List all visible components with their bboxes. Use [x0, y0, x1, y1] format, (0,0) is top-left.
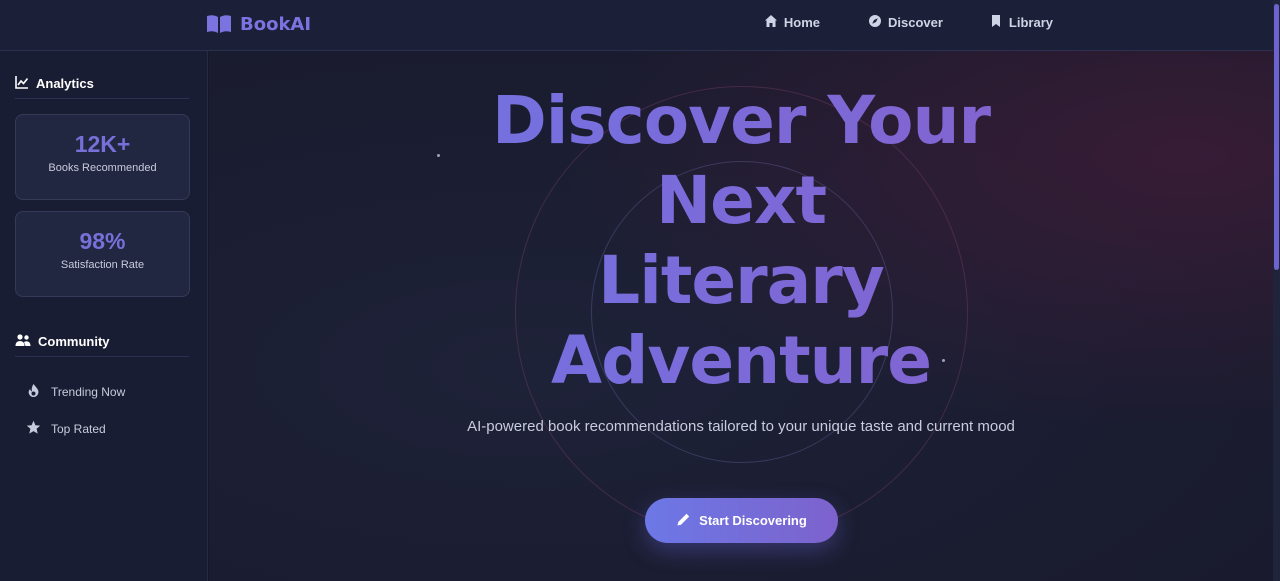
community-heading-label: Community: [38, 334, 110, 349]
hero-title: Discover Your Next Literary Adventure: [209, 81, 1273, 401]
open-book-icon: [206, 14, 232, 34]
chart-line-icon: [15, 75, 29, 92]
hero-title-line: Next: [209, 161, 1273, 241]
compass-icon: [868, 14, 882, 31]
community-heading: Community: [15, 333, 189, 357]
hero-section: Discover Your Next Literary Adventure AI…: [209, 51, 1273, 581]
sidebar-item-label: Trending Now: [51, 385, 126, 399]
brand-name: BookAI: [240, 13, 312, 35]
brand-logo[interactable]: BookAI: [206, 12, 311, 36]
main-nav: Home Discover Library: [764, 14, 1053, 31]
sidebar-item-trending[interactable]: Trending Now: [26, 383, 125, 401]
start-discovering-button[interactable]: Start Discovering: [645, 498, 838, 543]
hero-subtitle: AI-powered book recommendations tailored…: [467, 418, 1015, 435]
star-icon: [26, 420, 41, 438]
stat-card-satisfaction: 98% Satisfaction Rate: [15, 211, 190, 297]
sidebar-item-label: Top Rated: [51, 422, 106, 436]
bookmark-icon: [989, 14, 1003, 31]
pencil-icon: [676, 512, 691, 530]
nav-home[interactable]: Home: [764, 14, 820, 31]
page-scrollbar[interactable]: [1273, 0, 1280, 581]
nav-library-label: Library: [1008, 15, 1053, 30]
scrollbar-thumb[interactable]: [1274, 4, 1279, 270]
stat-value: 12K+: [74, 131, 131, 157]
stat-card-books: 12K+ Books Recommended: [15, 114, 190, 200]
sidebar-item-top-rated[interactable]: Top Rated: [26, 420, 106, 438]
analytics-heading: Analytics: [15, 75, 189, 99]
hero-title-line: Adventure: [209, 321, 1273, 401]
nav-library[interactable]: Library: [989, 14, 1053, 31]
nav-home-label: Home: [783, 15, 820, 30]
fire-icon: [26, 383, 41, 401]
start-discovering-label: Start Discovering: [699, 513, 807, 528]
stat-label: Books Recommended: [48, 162, 157, 174]
hero-title-line: Discover Your: [209, 81, 1273, 161]
sidebar: Analytics 12K+ Books Recommended 98% Sat…: [0, 51, 208, 581]
analytics-heading-label: Analytics: [36, 76, 94, 91]
home-icon: [764, 14, 778, 31]
nav-discover-label: Discover: [888, 15, 943, 30]
nav-discover[interactable]: Discover: [868, 14, 943, 31]
stat-label: Satisfaction Rate: [60, 259, 145, 271]
stat-value: 98%: [79, 228, 126, 254]
users-icon: [15, 333, 31, 350]
hero-title-line: Literary: [209, 241, 1273, 321]
top-navbar: BookAI Home Discover Library: [0, 0, 1273, 51]
